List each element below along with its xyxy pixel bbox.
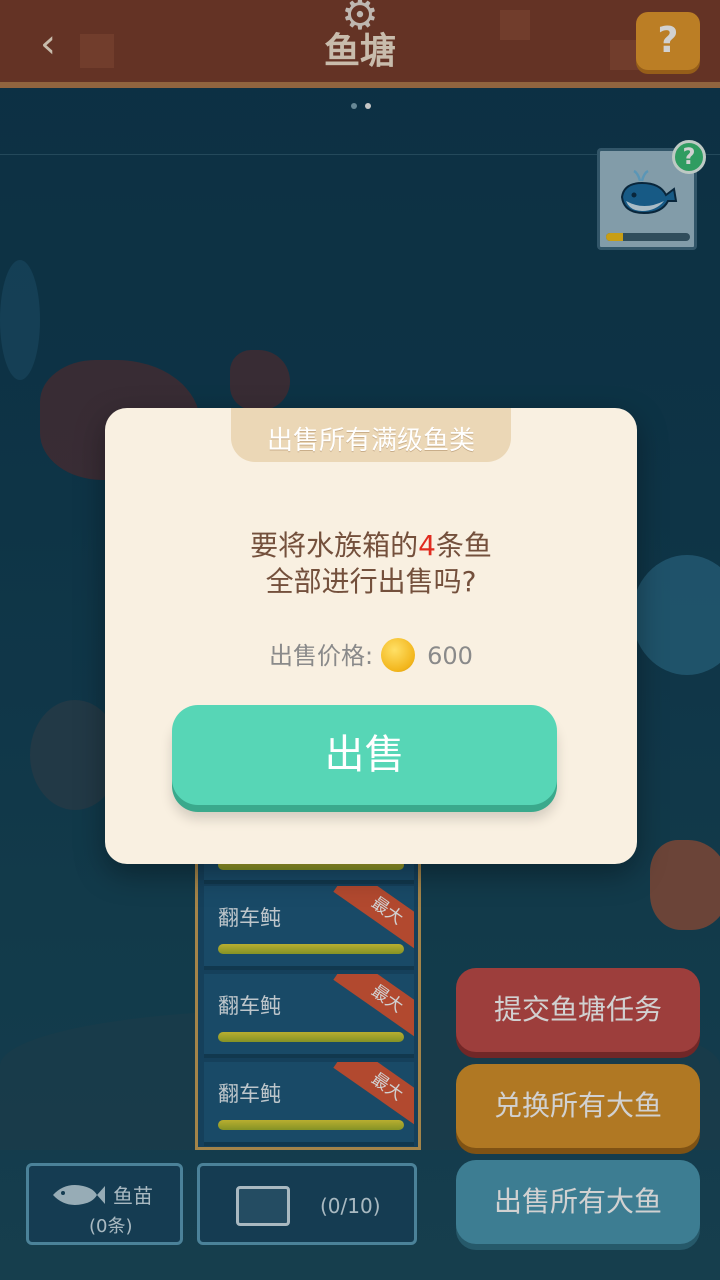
dialog-message: 要将水族箱的4条鱼 全部进行出售吗? [105,528,637,600]
message-prefix: 要将水族箱的 [250,529,419,562]
message-suffix: 条鱼 [435,529,492,562]
dialog-title: 出售所有满级鱼类 [266,426,475,456]
sell-dialog: 出售所有满级鱼类 要将水族箱的4条鱼 全部进行出售吗? 出售价格: 600 出售 [105,408,637,864]
fish-count: 4 [418,529,436,562]
message-line2: 全部进行出售吗? [265,565,477,598]
price-row: 出售价格: 600 [105,636,637,676]
coin-icon [381,638,416,672]
price-value: 600 [427,642,473,670]
sell-button[interactable]: 出售 [172,705,557,805]
price-label: 出售价格: [269,642,374,670]
